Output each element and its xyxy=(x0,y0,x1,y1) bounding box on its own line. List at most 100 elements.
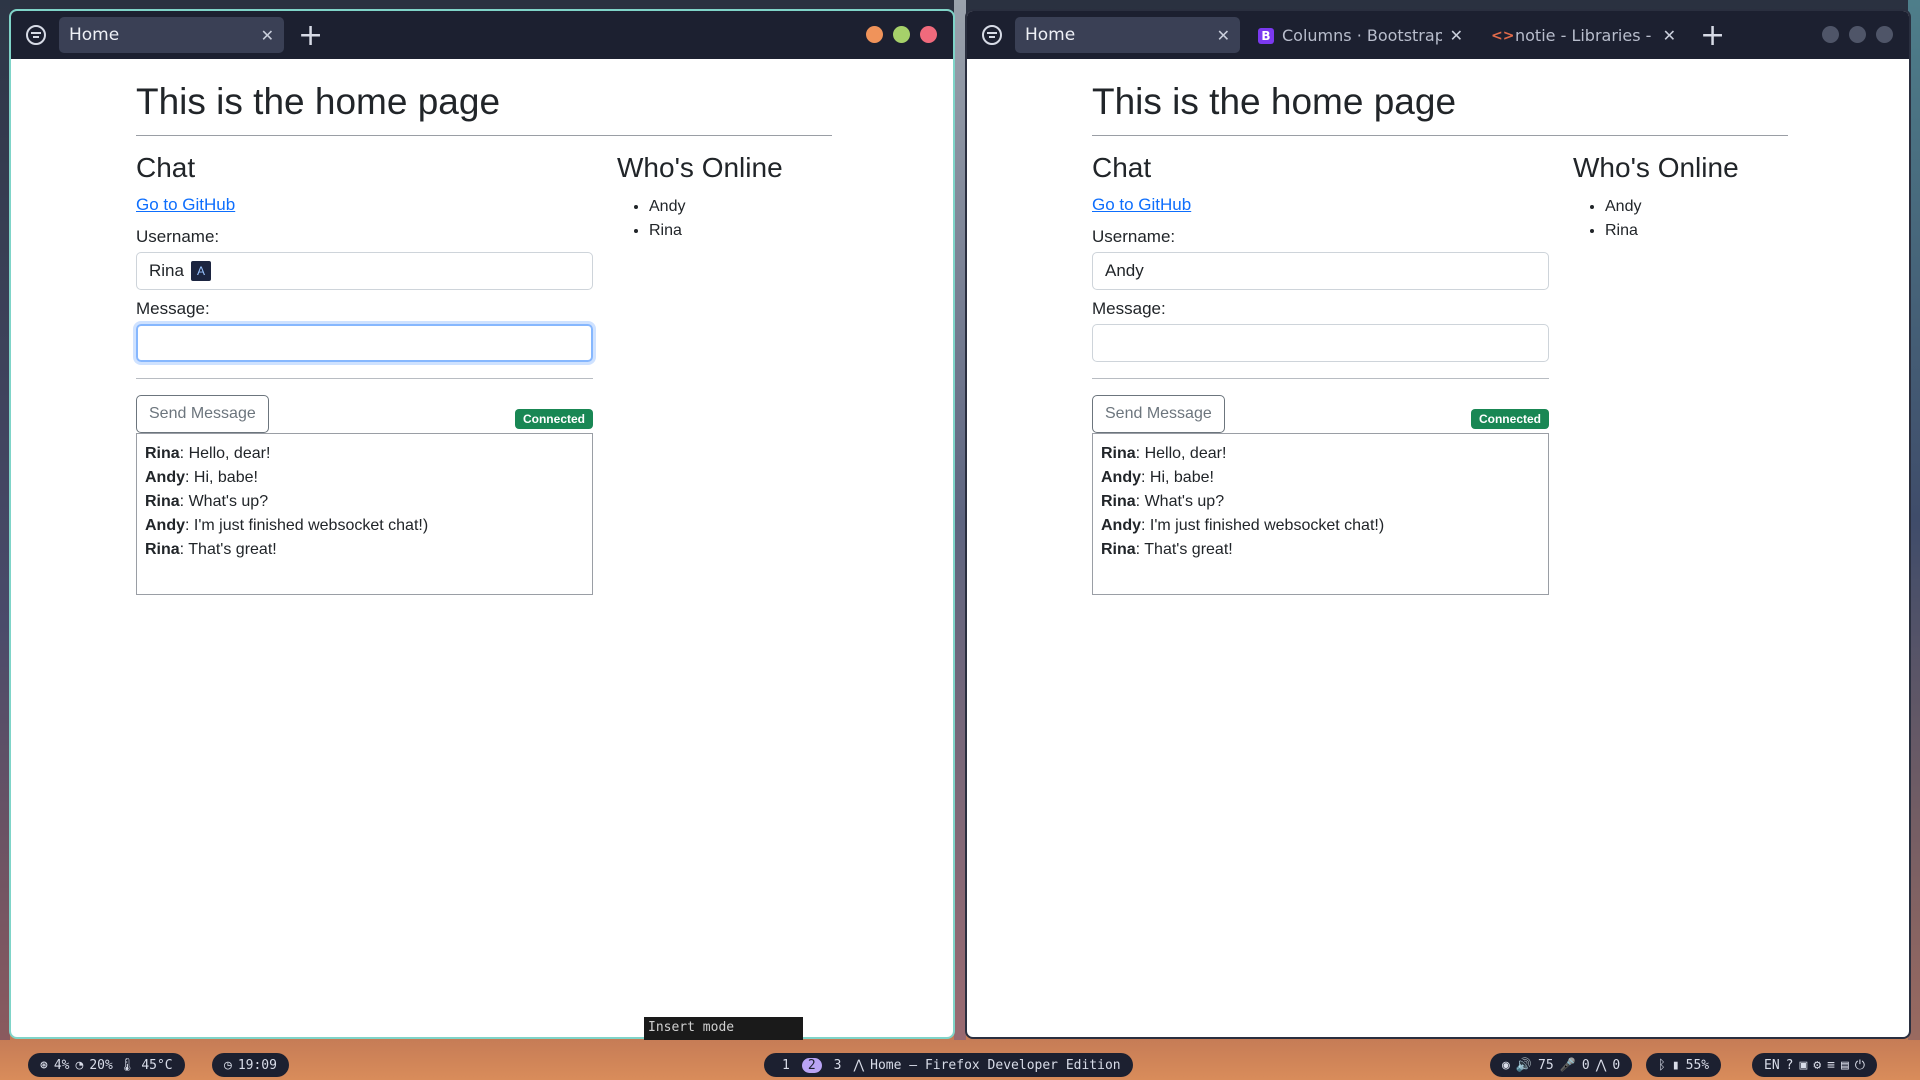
screenshot-icon[interactable]: ▣ xyxy=(1799,1058,1807,1073)
page-content: This is the home page Chat Go to GitHub … xyxy=(11,59,953,1037)
tab-bar: Home ✕ + xyxy=(11,11,953,59)
workspace-2[interactable]: 2 xyxy=(801,1057,822,1073)
message-input[interactable] xyxy=(1092,324,1549,362)
chat-message: Andy: I'm just finished websocket chat!) xyxy=(1101,517,1385,534)
divider xyxy=(136,378,593,379)
chat-column: Chat Go to GitHub Username: Rina A Messa… xyxy=(136,152,593,595)
new-tab-button[interactable]: + xyxy=(1700,18,1725,53)
close-tab-icon[interactable]: ✕ xyxy=(1655,26,1676,45)
close-tab-icon[interactable]: ✕ xyxy=(1442,26,1463,45)
mic-level: 0 xyxy=(1581,1057,1590,1073)
volume-level: 75 xyxy=(1538,1057,1554,1073)
maximize-button[interactable] xyxy=(893,26,910,43)
power-icon[interactable]: ⏻ xyxy=(1855,1058,1865,1073)
chat-message: Rina: What's up? xyxy=(145,493,269,510)
firefox-view-icon[interactable] xyxy=(21,20,51,50)
chat-heading: Chat xyxy=(136,152,196,183)
close-tab-icon[interactable]: ✕ xyxy=(1209,26,1230,45)
workspace-bar: 1 2 3 ⋀ Home — Firefox Developer Edition xyxy=(764,1053,1133,1077)
system-stats[interactable]: ⊛ 4% ◔ 20% 🌡 45°C xyxy=(28,1053,185,1077)
online-user: Andy xyxy=(649,195,783,219)
message-author: Andy xyxy=(1101,517,1141,534)
status-badge: Connected xyxy=(514,409,593,429)
window-controls xyxy=(866,26,937,43)
battery-icon: ▮ xyxy=(1671,1057,1680,1073)
online-column: Who's Online Andy Rina xyxy=(617,152,783,595)
github-link[interactable]: Go to GitHub xyxy=(136,195,235,215)
chat-messages: Rina: Hello, dear! Andy: Hi, babe! Rina:… xyxy=(136,433,593,595)
clock-time: 19:09 xyxy=(237,1057,277,1073)
volume-icon: 🔊 xyxy=(1515,1057,1533,1073)
message-text: That's great! xyxy=(1144,541,1233,558)
clipboard-icon[interactable]: ▤ xyxy=(1841,1058,1849,1073)
message-text: What's up? xyxy=(188,493,269,510)
maximize-button[interactable] xyxy=(1849,26,1866,43)
workspace-3[interactable]: 3 xyxy=(828,1058,848,1073)
message-text: Hello, dear! xyxy=(1144,445,1227,462)
username-input[interactable]: Rina A xyxy=(136,252,593,290)
chat-message: Andy: Hi, babe! xyxy=(145,469,258,486)
username-label: Username: xyxy=(136,227,220,246)
message-author: Andy xyxy=(145,469,185,486)
online-user: Andy xyxy=(1605,195,1739,219)
page-content: This is the home page Chat Go to GitHub … xyxy=(967,59,1909,1037)
message-text: I'm just finished websocket chat!) xyxy=(193,517,429,534)
send-message-button[interactable]: Send Message xyxy=(1092,395,1225,433)
memory-icon: ◔ xyxy=(75,1057,84,1073)
cpu-usage: 4% xyxy=(53,1057,70,1073)
cpu-icon: ⊛ xyxy=(40,1057,48,1073)
close-window-button[interactable] xyxy=(1876,26,1893,43)
temperature: 45°C xyxy=(141,1057,173,1073)
network-audio[interactable]: ◉ 🔊 75 🎤 0 ⋀ 0 xyxy=(1490,1053,1633,1077)
chat-message: Rina: Hello, dear! xyxy=(145,445,271,462)
brightness-level: 0 xyxy=(1612,1057,1621,1073)
divider xyxy=(1092,135,1788,136)
language-indicator[interactable]: EN xyxy=(1764,1058,1780,1073)
username-input[interactable]: Andy xyxy=(1092,252,1549,290)
message-author: Rina xyxy=(145,541,180,558)
send-message-button[interactable]: Send Message xyxy=(136,395,269,433)
close-window-button[interactable] xyxy=(920,26,937,43)
divider xyxy=(136,135,832,136)
settings-icon[interactable]: ⚙ xyxy=(1813,1058,1821,1073)
firefox-view-icon[interactable] xyxy=(977,20,1007,50)
tab-bootstrap-columns[interactable]: B Columns · Bootstrap v5. ✕ xyxy=(1248,17,1473,53)
github-link[interactable]: Go to GitHub xyxy=(1092,195,1191,215)
chat-column: Chat Go to GitHub Username: Andy Message… xyxy=(1092,152,1549,595)
memory-usage: 20% xyxy=(89,1057,113,1073)
minimize-button[interactable] xyxy=(1822,26,1839,43)
minimize-button[interactable] xyxy=(866,26,883,43)
menu-icon[interactable]: ≡ xyxy=(1827,1058,1835,1073)
wifi-icon: ◉ xyxy=(1502,1057,1510,1073)
message-author: Rina xyxy=(1101,493,1136,510)
online-user: Rina xyxy=(649,219,783,243)
message-author: Rina xyxy=(145,493,180,510)
clock-icon: ◷ xyxy=(224,1057,232,1073)
message-text: Hi, babe! xyxy=(1149,469,1214,486)
divider xyxy=(1092,378,1549,379)
message-text: What's up? xyxy=(1144,493,1225,510)
online-user: Rina xyxy=(1605,219,1739,243)
message-author: Andy xyxy=(1101,469,1141,486)
username-value: Rina xyxy=(149,261,184,280)
online-users-list: Andy Rina xyxy=(617,195,783,243)
new-tab-button[interactable]: + xyxy=(298,18,323,53)
browser-window-right: Home ✕ B Columns · Bootstrap v5. ✕ <>noti… xyxy=(965,9,1911,1039)
tab-title: Columns · Bootstrap v5. xyxy=(1282,25,1442,45)
chat-message: Rina: That's great! xyxy=(1101,541,1233,558)
tab-home[interactable]: Home ✕ xyxy=(1015,17,1240,53)
tab-bar: Home ✕ B Columns · Bootstrap v5. ✕ <>noti… xyxy=(967,11,1909,59)
help-icon[interactable]: ? xyxy=(1786,1058,1794,1073)
workspace-1[interactable]: 1 xyxy=(776,1058,796,1073)
tab-title: notie - Libraries - cdnjs xyxy=(1515,25,1655,45)
translate-icon[interactable]: A xyxy=(190,261,211,281)
active-window-title: Home — Firefox Developer Edition xyxy=(870,1057,1121,1073)
tab-cdnjs-notie[interactable]: <>notie - Libraries - cdnjs ✕ xyxy=(1481,17,1686,53)
clock[interactable]: ◷ 19:09 xyxy=(212,1053,289,1077)
page-title: This is the home page xyxy=(1092,81,1457,122)
message-label: Message: xyxy=(136,299,210,318)
tab-home[interactable]: Home ✕ xyxy=(59,17,284,53)
message-input[interactable] xyxy=(136,324,593,362)
close-tab-icon[interactable]: ✕ xyxy=(253,26,274,45)
battery-widget[interactable]: ᛒ ▮ 55% xyxy=(1646,1053,1722,1077)
